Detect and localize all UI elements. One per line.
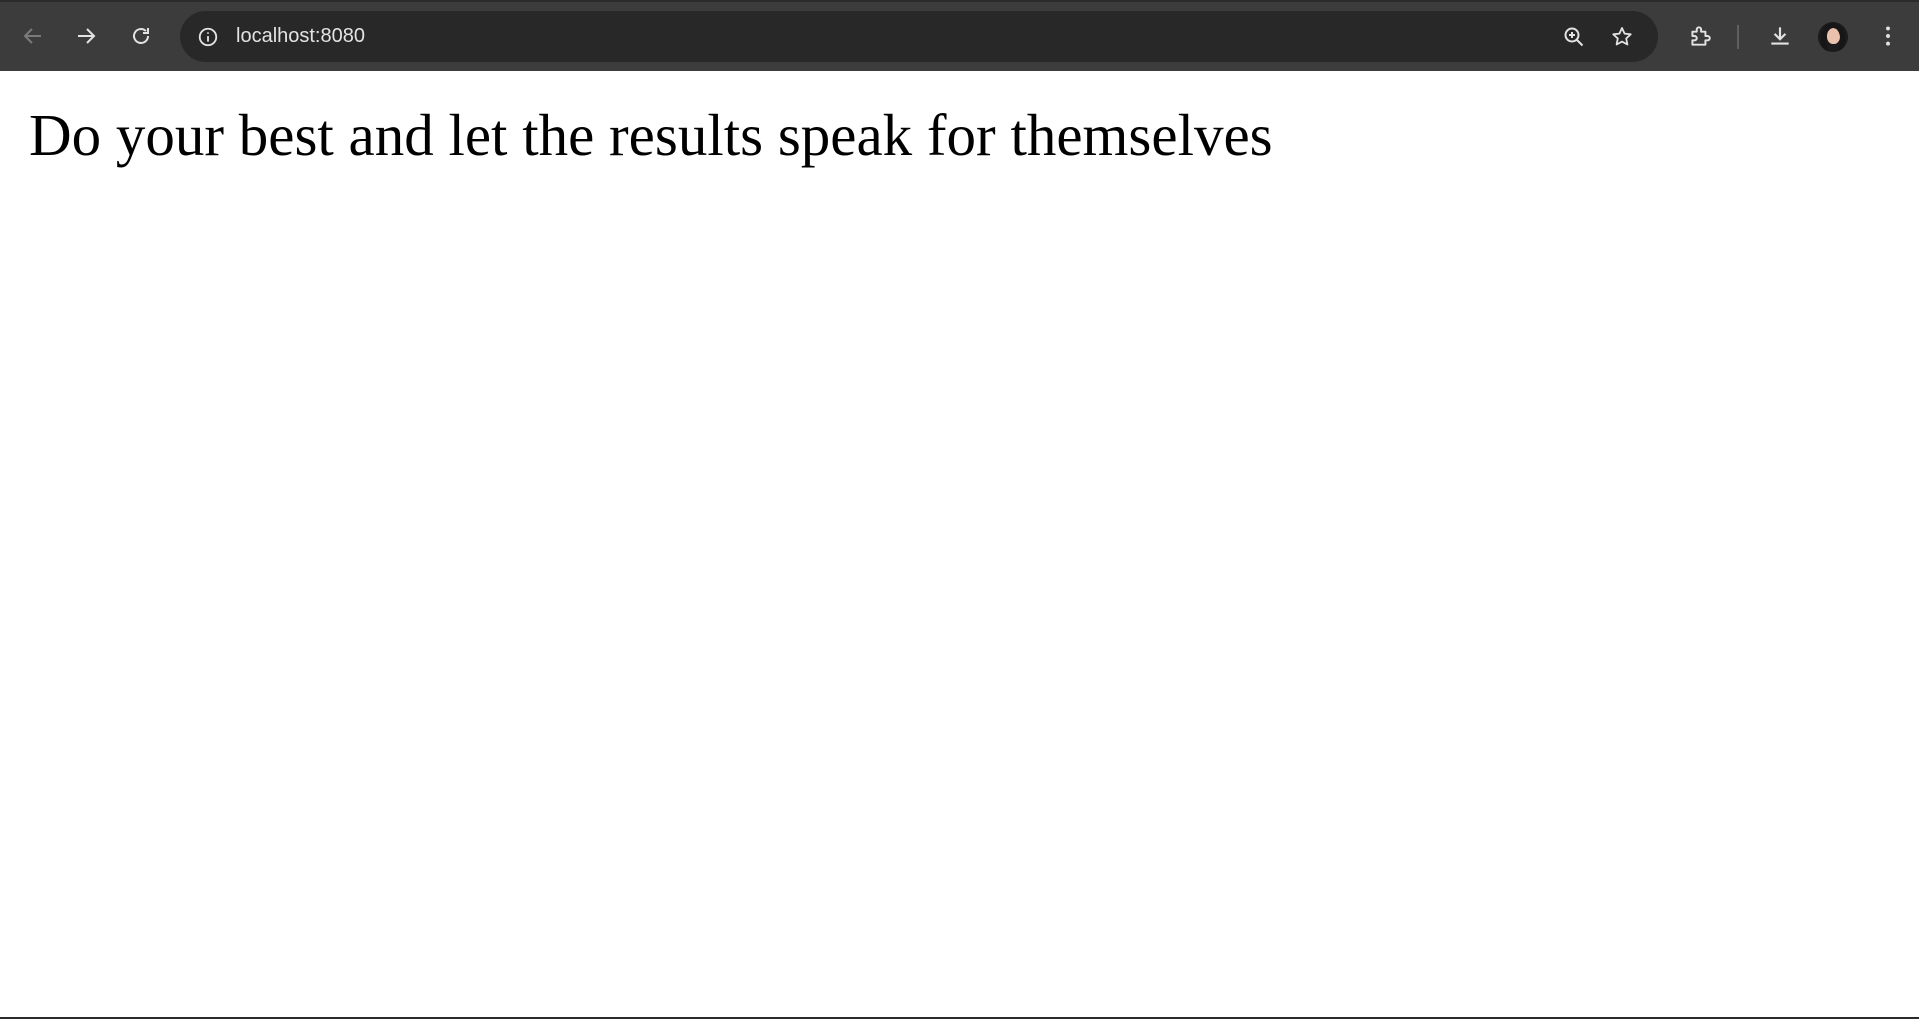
puzzle-icon	[1691, 26, 1711, 46]
profile-avatar[interactable]	[1818, 22, 1848, 52]
url-text[interactable]: localhost:8080	[236, 11, 365, 62]
downloads-button[interactable]	[1760, 16, 1800, 56]
page-content: Do your best and let the results speak f…	[0, 71, 1919, 1019]
kebab-menu-icon	[1886, 26, 1890, 46]
page-heading: Do your best and let the results speak f…	[29, 102, 1273, 168]
extensions-button[interactable]	[1680, 16, 1720, 56]
browser-toolbar: localhost:8080	[0, 0, 1919, 71]
download-icon	[1771, 27, 1789, 45]
arrow-right-icon	[78, 28, 96, 44]
browser-menu-button[interactable]	[1868, 16, 1908, 56]
avatar-hair	[1821, 23, 1845, 52]
toolbar-divider	[1737, 25, 1739, 49]
forward-button[interactable]	[66, 16, 106, 56]
info-icon	[198, 27, 217, 46]
zoom-in-icon	[1564, 27, 1583, 46]
arrow-left-icon	[23, 28, 41, 44]
star-icon	[1611, 26, 1632, 45]
reload-icon	[133, 28, 149, 44]
site-info-button[interactable]	[190, 19, 225, 54]
back-button[interactable]	[13, 16, 53, 56]
bookmark-button[interactable]	[1604, 19, 1639, 54]
reload-button[interactable]	[121, 16, 161, 56]
zoom-button[interactable]	[1556, 19, 1591, 54]
address-bar[interactable]: localhost:8080	[180, 11, 1658, 62]
